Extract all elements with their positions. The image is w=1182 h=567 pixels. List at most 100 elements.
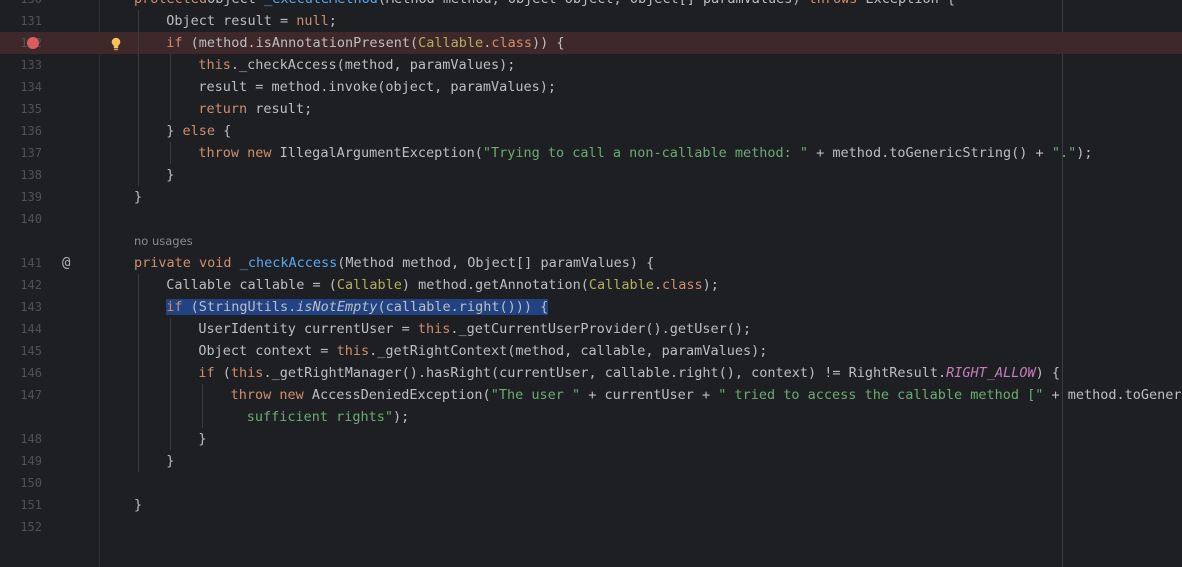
line-number[interactable]: 138	[0, 164, 42, 186]
at-sign-icon[interactable]: @	[62, 252, 70, 274]
line-number[interactable]: 133	[0, 54, 42, 76]
code-line[interactable]: 146 if (this._getRightManager().hasRight(…	[0, 362, 1182, 384]
code-token: + method.toGenericString() +	[1051, 387, 1182, 403]
code-text[interactable]: throw new IllegalArgumentException("Tryi…	[198, 142, 1092, 164]
line-number[interactable]: 136	[0, 120, 42, 142]
code-line[interactable]: 150	[0, 472, 1182, 494]
code-line[interactable]: 144 UserIdentity currentUser = this._getC…	[0, 318, 1182, 340]
code-line[interactable]: sufficient rights");	[0, 406, 1182, 428]
code-text[interactable]: sufficient rights");	[239, 406, 410, 428]
lightbulb-icon[interactable]	[110, 36, 122, 51]
code-text[interactable]: throw new AccessDeniedException("The use…	[231, 384, 1182, 406]
line-number[interactable]: 149	[0, 450, 42, 472]
code-text[interactable]: }	[134, 186, 142, 208]
code-line[interactable]: 148}	[0, 428, 1182, 450]
code-token: throw new	[230, 387, 304, 403]
code-token: this	[336, 343, 370, 359]
code-line[interactable]: 143 if (StringUtils.isNotEmpty(callable.r…	[0, 296, 1182, 318]
code-token: _checkAccess	[239, 255, 338, 271]
code-token: ._getCurrentUserProvider().getUser();	[450, 321, 752, 337]
line-number[interactable]: 135	[0, 98, 42, 120]
indent-guide	[138, 142, 139, 164]
line-number[interactable]: 150	[0, 472, 42, 494]
code-token: }	[166, 167, 175, 183]
line-number[interactable]: 145	[0, 340, 42, 362]
line-number[interactable]: 142	[0, 274, 42, 296]
code-text[interactable]: UserIdentity currentUser = this._getCurr…	[198, 318, 751, 340]
line-number[interactable]: 140	[0, 208, 42, 230]
breakpoint-icon[interactable]	[27, 37, 39, 49]
code-area[interactable]: 130 protectedObject _executeMethod(Method…	[0, 0, 1182, 567]
code-text[interactable]: }	[166, 450, 174, 472]
code-token: Object context =	[198, 343, 337, 359]
code-token: class	[662, 277, 703, 293]
code-text[interactable]: this._checkAccess(method, paramValues);	[198, 54, 515, 76]
code-line[interactable]: 145 Object context = this._getRightContex…	[0, 340, 1182, 362]
line-number[interactable]: 152	[0, 516, 42, 538]
indent-guide	[138, 384, 139, 406]
code-line[interactable]: 135 return result;	[0, 98, 1182, 120]
usage-hint[interactable]: no usages	[134, 230, 193, 252]
code-text[interactable]: result = method.invoke(object, paramValu…	[198, 76, 556, 98]
code-token: "The user "	[490, 387, 581, 403]
code-line[interactable]: 141 @ private void _checkAccess(Method met…	[0, 252, 1182, 274]
line-number[interactable]: 146	[0, 362, 42, 384]
code-text[interactable]: if (method.isAnnotationPresent(Callable.…	[166, 32, 564, 54]
code-line[interactable]: 151}	[0, 494, 1182, 516]
code-token: (	[214, 365, 231, 381]
line-number[interactable]: 141	[0, 252, 42, 274]
line-number[interactable]: 131	[0, 10, 42, 32]
code-line[interactable]: 136 } else {	[0, 120, 1182, 142]
code-editor[interactable]: 130 protectedObject _executeMethod(Method…	[0, 0, 1182, 567]
code-line[interactable]: 130 protectedObject _executeMethod(Method…	[0, 0, 1182, 10]
code-line[interactable]: 152	[0, 516, 1182, 538]
line-number[interactable]: 144	[0, 318, 42, 340]
line-number[interactable]: 148	[0, 428, 42, 450]
line-number[interactable]: 134	[0, 76, 42, 98]
code-text[interactable]: Object result = null;	[166, 10, 337, 32]
indent-guide	[170, 340, 172, 362]
line-number[interactable]: 130	[0, 0, 42, 10]
code-token: }	[134, 497, 143, 513]
code-text[interactable]: Callable callable = (Callable) method.ge…	[166, 274, 719, 296]
code-line[interactable]: 140	[0, 208, 1182, 230]
text-selection[interactable]: if (StringUtils.isNotEmpty(callable.righ…	[166, 299, 549, 315]
code-line[interactable]: 138}	[0, 164, 1182, 186]
code-text[interactable]: }	[134, 494, 142, 516]
code-token: sufficient rights"	[238, 409, 394, 425]
code-token: (Method method, Object object, Object[] …	[378, 0, 809, 7]
line-number[interactable]: 143	[0, 296, 42, 318]
line-number[interactable]: 137	[0, 142, 42, 164]
code-text[interactable]: protectedObject _executeMethod(Method me…	[134, 0, 955, 10]
indent-guide	[138, 296, 139, 318]
code-line[interactable]: 149}	[0, 450, 1182, 472]
code-line[interactable]: 147 throw new AccessDeniedException("The …	[0, 384, 1182, 406]
code-text[interactable]: private void _checkAccess(Method method,…	[134, 252, 654, 274]
code-token: ._getRightContext(method, callable, para…	[369, 343, 768, 359]
line-number[interactable]: 147	[0, 384, 42, 406]
code-text[interactable]: }	[166, 164, 174, 186]
code-text[interactable]: if (StringUtils.isNotEmpty(callable.righ…	[166, 296, 549, 318]
code-line[interactable]: 131 Object result = null;	[0, 10, 1182, 32]
code-line[interactable]: 139}	[0, 186, 1182, 208]
code-line[interactable]: 133 this._checkAccess(method, paramValues…	[0, 54, 1182, 76]
code-text[interactable]: } else {	[166, 120, 231, 142]
code-token: protected	[134, 0, 207, 7]
usage-hint-row[interactable]: no usages	[0, 230, 1182, 252]
line-number[interactable]: 139	[0, 186, 42, 208]
code-token: throws	[809, 0, 858, 7]
indent-guide	[170, 98, 172, 120]
indent-guide	[138, 120, 139, 142]
line-number[interactable]: 151	[0, 494, 42, 516]
code-text[interactable]: }	[198, 428, 206, 450]
code-line[interactable]: 142 Callable callable = (Callable) method…	[0, 274, 1182, 296]
code-line[interactable]: 137 throw new IllegalArgumentException("T…	[0, 142, 1182, 164]
indent-guide	[170, 76, 172, 98]
code-line[interactable]: 132if (method.isAnnotationPresent(Callab…	[0, 32, 1182, 54]
code-text[interactable]: return result;	[198, 98, 312, 120]
code-text[interactable]: if (this._getRightManager().hasRight(cur…	[198, 362, 1060, 384]
indent-guide	[170, 54, 172, 76]
code-text[interactable]: Object context = this._getRightContext(m…	[198, 340, 767, 362]
code-line[interactable]: 134 result = method.invoke(object, paramV…	[0, 76, 1182, 98]
